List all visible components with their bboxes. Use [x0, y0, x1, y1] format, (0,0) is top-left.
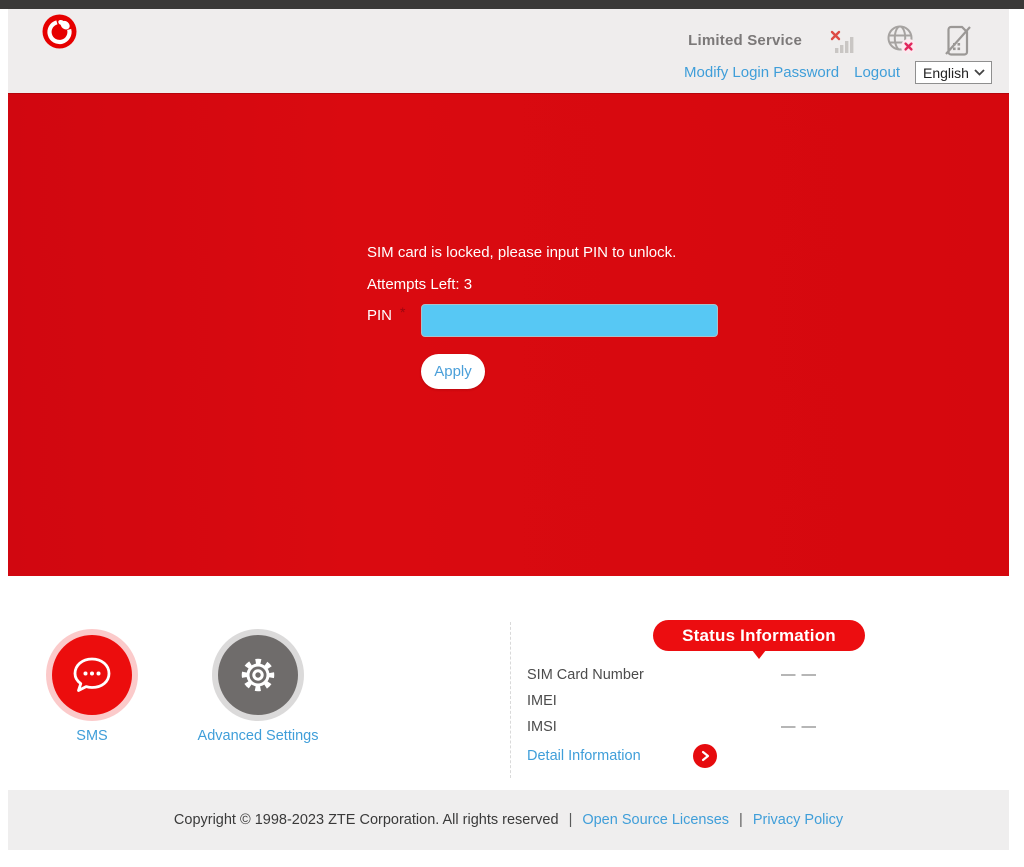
header-status-row: Limited Service — [688, 23, 974, 57]
footer-separator: | — [739, 812, 743, 828]
sms-shortcut[interactable]: SMS — [12, 635, 172, 744]
status-rows: SIM Card Number — — IMEI IMSI — — — [527, 662, 817, 740]
attempts-left-text: Attempts Left: 3 — [367, 276, 472, 293]
status-row-imei: IMEI — [527, 688, 817, 714]
copyright-text: Copyright © 1998-2023 ZTE Corporation. A… — [174, 812, 559, 828]
sim-missing-icon — [942, 23, 974, 57]
main-section: SMS Advanced Settings Status Information… — [8, 576, 1009, 790]
header-links-row: Modify Login Password Logout English — [684, 61, 992, 84]
apply-button[interactable]: Apply — [421, 354, 485, 389]
advanced-settings-label: Advanced Settings — [178, 728, 338, 744]
pin-label: PIN — [367, 307, 392, 324]
privacy-policy-link[interactable]: Privacy Policy — [753, 812, 843, 828]
logout-link[interactable]: Logout — [854, 64, 900, 81]
pin-input[interactable] — [421, 304, 718, 337]
header: Limited Service — [8, 9, 1009, 93]
footer-separator: | — [569, 812, 573, 828]
window-top-bar — [0, 0, 1024, 9]
advanced-settings-icon-circle — [218, 635, 298, 715]
status-row-label: IMSI — [527, 719, 557, 735]
gear-icon — [235, 652, 281, 698]
status-row-sim-card-number: SIM Card Number — — — [527, 662, 817, 688]
pin-required-asterisk: * — [400, 304, 405, 320]
vodafone-logo — [42, 14, 77, 49]
detail-information-link[interactable]: Detail Information — [527, 748, 641, 764]
status-row-label: SIM Card Number — [527, 667, 644, 683]
section-divider — [510, 622, 511, 778]
chevron-down-icon — [974, 69, 985, 76]
page-container: Limited Service — [8, 9, 1009, 850]
status-row-imsi: IMSI — — — [527, 714, 817, 740]
open-source-licenses-link[interactable]: Open Source Licenses — [582, 812, 729, 828]
signal-bars-no-service-icon — [828, 24, 860, 56]
sms-label: SMS — [12, 728, 172, 744]
chevron-right-icon — [699, 750, 711, 762]
globe-disconnected-icon — [884, 23, 918, 57]
sim-pin-panel: SIM card is locked, please input PIN to … — [8, 93, 1009, 576]
advanced-settings-shortcut[interactable]: Advanced Settings — [178, 635, 338, 744]
status-information-badge: Status Information — [653, 620, 865, 651]
chat-bubble-icon — [69, 654, 115, 696]
detail-arrow-button[interactable] — [693, 744, 717, 768]
language-selected-value: English — [923, 65, 969, 81]
sim-locked-message: SIM card is locked, please input PIN to … — [367, 244, 676, 261]
limited-service-status: Limited Service — [688, 32, 802, 49]
status-row-value: — — — [781, 667, 817, 683]
language-select[interactable]: English — [915, 61, 992, 84]
status-badge-pointer — [752, 650, 766, 659]
status-row-value: — — — [781, 719, 817, 735]
sms-icon-circle — [52, 635, 132, 715]
modify-login-password-link[interactable]: Modify Login Password — [684, 64, 839, 81]
detail-information-row: Detail Information — [527, 748, 641, 764]
footer: Copyright © 1998-2023 ZTE Corporation. A… — [8, 790, 1009, 850]
status-row-label: IMEI — [527, 693, 557, 709]
